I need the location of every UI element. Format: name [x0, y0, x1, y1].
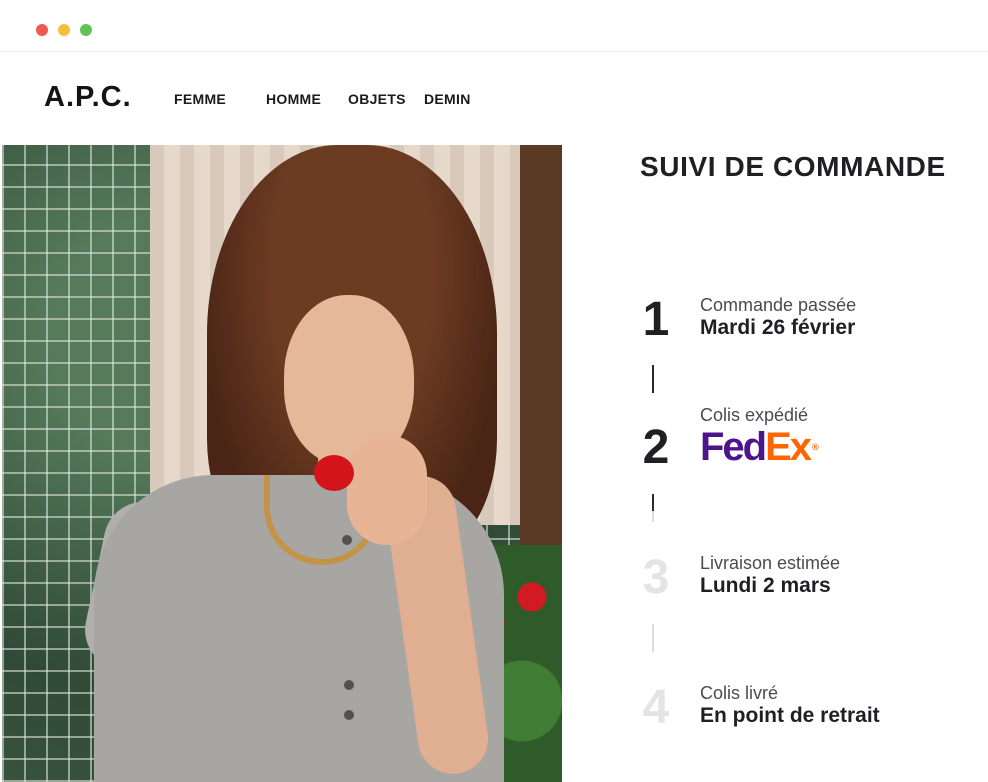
nav-link-objets[interactable]: OBJETS	[348, 91, 406, 107]
minimize-window-button[interactable]	[58, 24, 70, 36]
fedex-logo-fed: Fed	[700, 425, 767, 469]
step-number: 4	[642, 681, 670, 734]
step-connector	[652, 494, 654, 522]
step-label: Commande passée	[700, 295, 857, 315]
fedex-logo-ex: Ex	[765, 425, 812, 469]
step-value: En point de retrait	[700, 704, 880, 727]
photo-dress-button	[344, 710, 354, 720]
step-label: Colis livré	[700, 683, 779, 703]
step-value: Lundi 2 mars	[700, 574, 831, 597]
nav-link-demin[interactable]: DEMIN	[424, 91, 471, 107]
photo-dress-button	[342, 535, 352, 545]
step-value: Mardi 26 février	[700, 316, 856, 339]
fedex-logo-registered: ®	[812, 442, 819, 452]
nav-link-femme[interactable]: FEMME	[174, 91, 226, 107]
step-label: Livraison estimée	[700, 553, 841, 573]
step-number: 2	[642, 421, 670, 474]
photo-window-frame	[520, 145, 562, 565]
close-window-button[interactable]	[36, 24, 48, 36]
photo-red-flower-held	[314, 455, 354, 491]
step-number: 1	[642, 293, 670, 346]
step-connector	[652, 365, 654, 393]
photo-model-hand	[347, 435, 427, 545]
window-titlebar	[0, 0, 988, 52]
nav-link-homme[interactable]: HOMME	[266, 91, 321, 107]
fedex-logo: FedEx ®	[700, 427, 819, 467]
step-connector	[652, 624, 654, 652]
order-tracking-panel: SUIVI DE COMMANDE 1 Commande passée Mard…	[562, 145, 988, 782]
photo-dress-button	[344, 680, 354, 690]
step-number: 3	[642, 551, 670, 604]
page-title: SUIVI DE COMMANDE	[640, 151, 946, 182]
maximize-window-button[interactable]	[80, 24, 92, 36]
step-label: Colis expédié	[700, 405, 809, 425]
hero-photo	[2, 145, 562, 782]
brand-logo[interactable]: A.P.C.	[44, 81, 132, 114]
site-header: A.P.C. FEMME HOMME OBJETS DEMIN	[0, 53, 988, 145]
